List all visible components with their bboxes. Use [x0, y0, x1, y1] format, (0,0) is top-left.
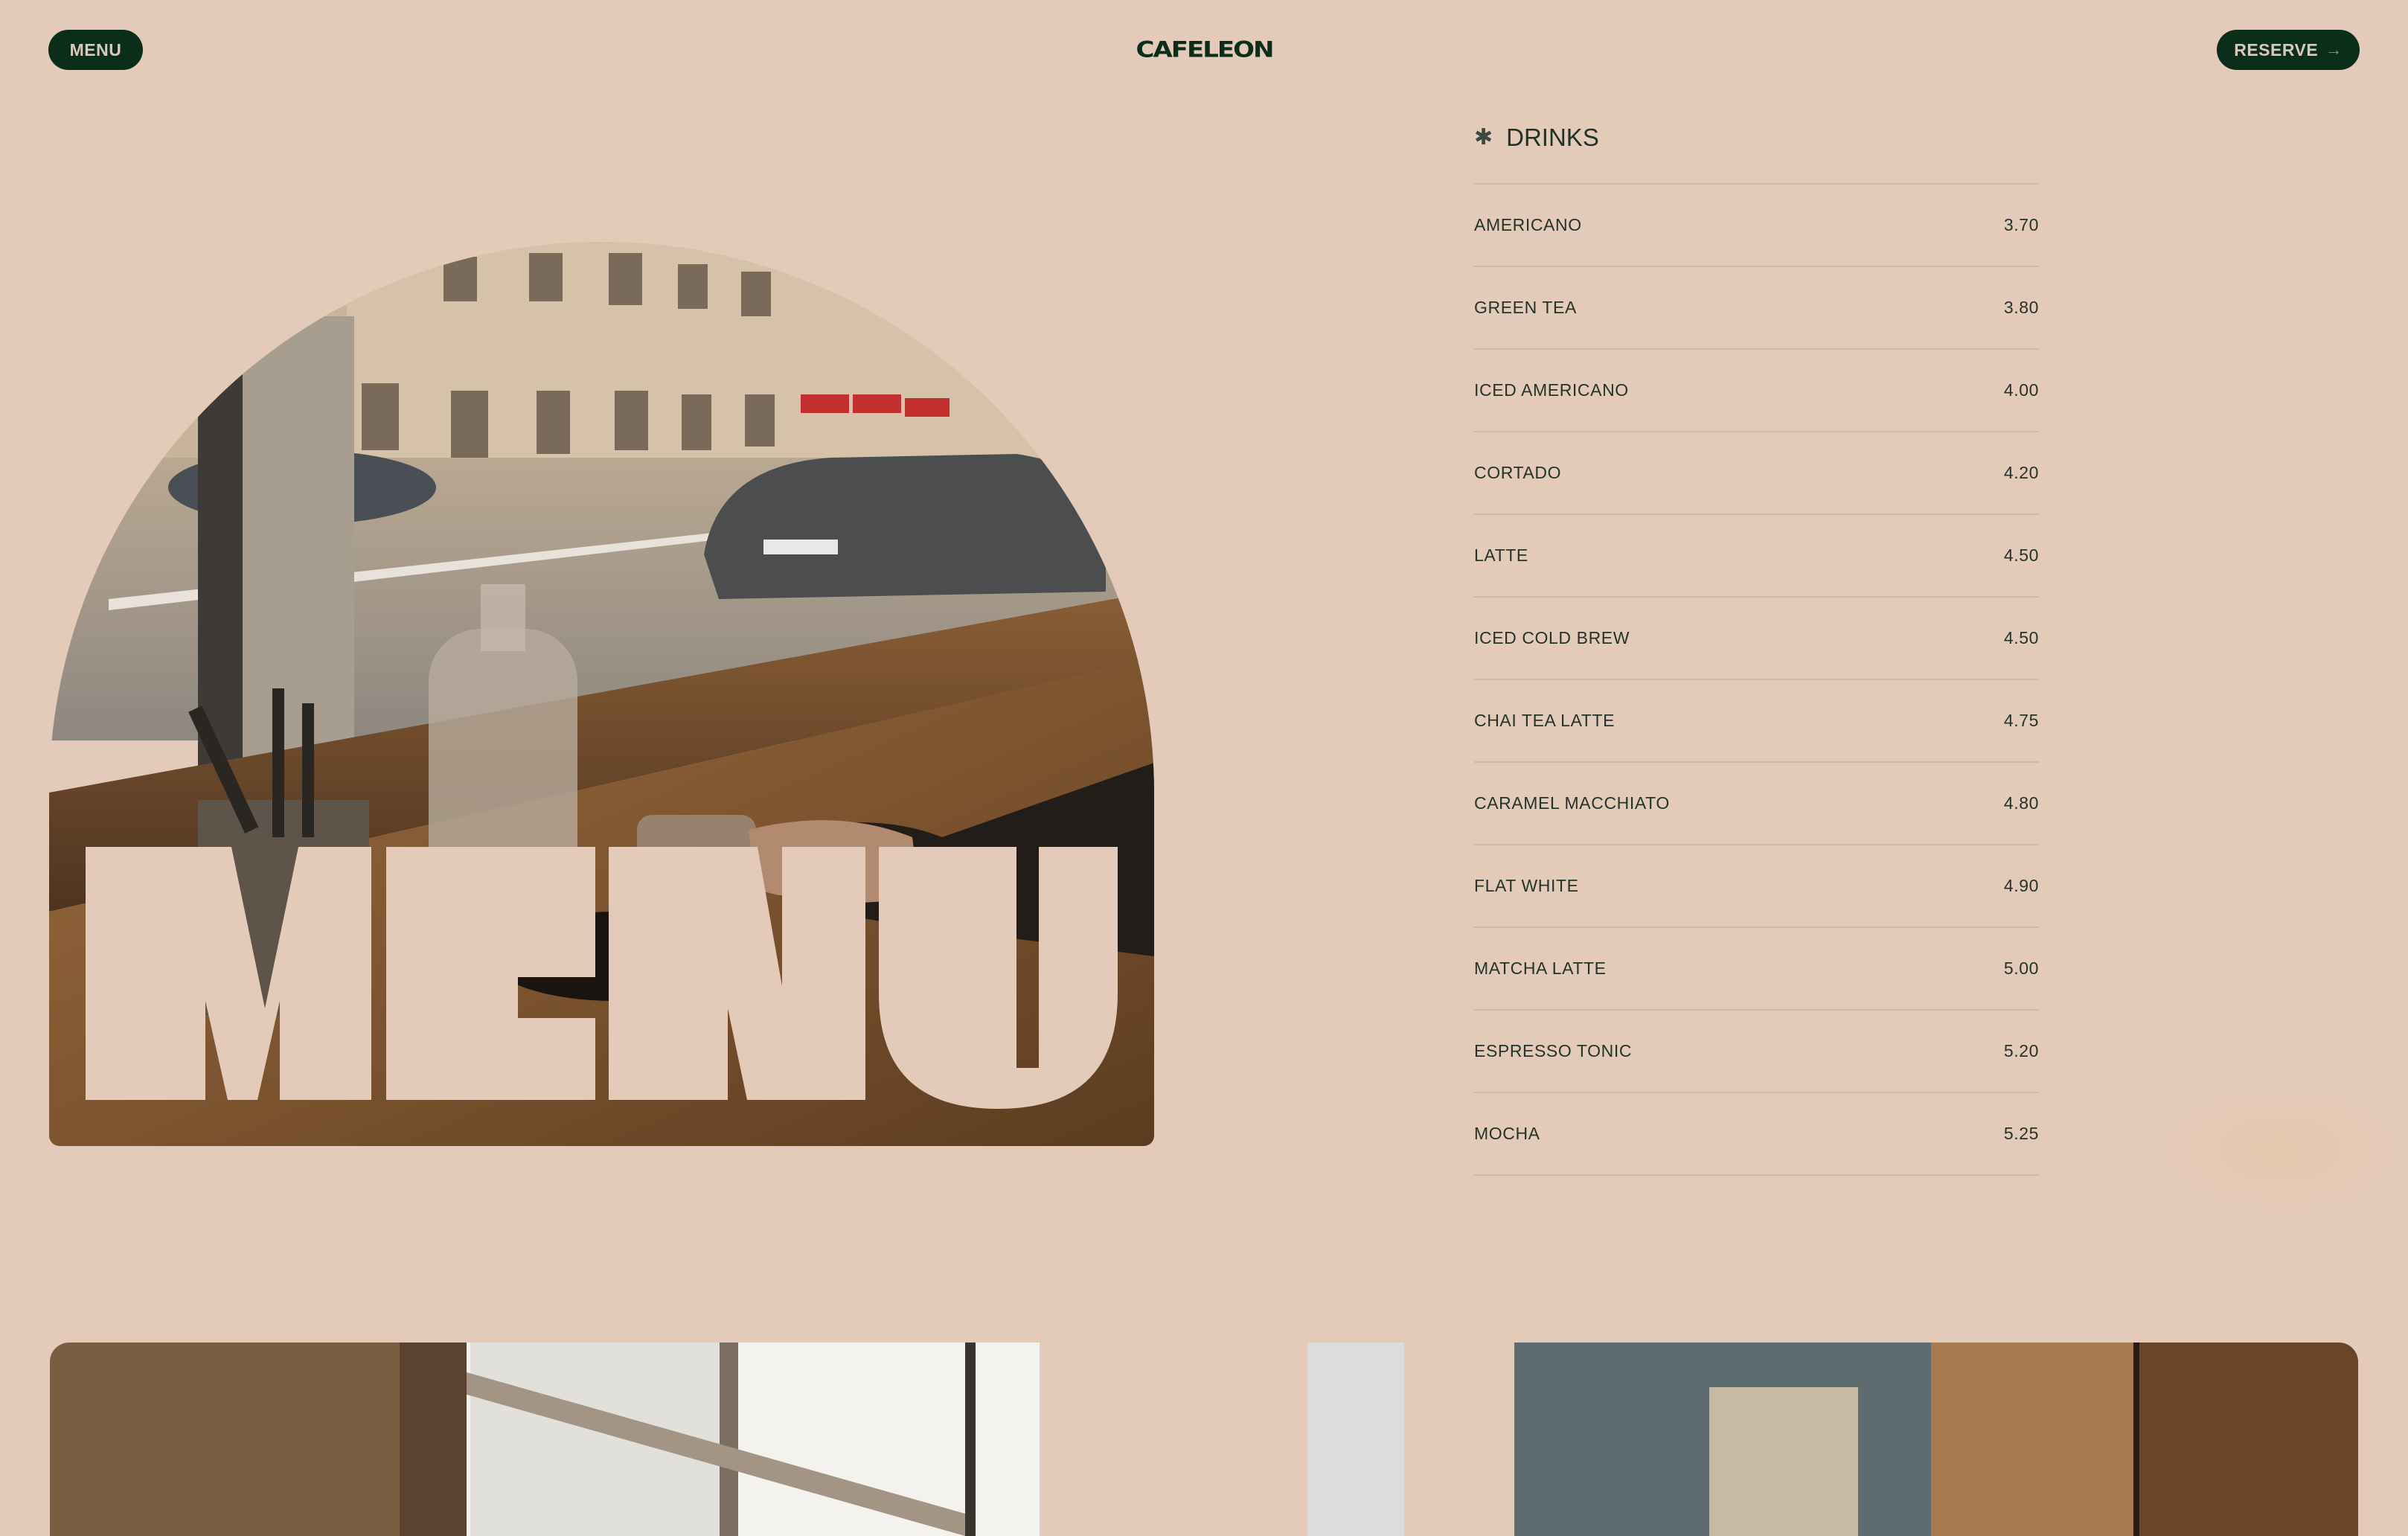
arrow-right-icon: →: [2325, 40, 2343, 59]
drinks-list: AMERICANO 3.70 GREEN TEA 3.80 ICED AMERICA…: [1474, 183, 2039, 1176]
item-name: FLAT WHITE: [1474, 876, 1579, 895]
asterisk-icon: ✱: [1474, 125, 1493, 150]
menu-item[interactable]: CORTADO 4.20: [1474, 432, 2039, 515]
menu-item[interactable]: FLAT WHITE 4.90: [1474, 845, 2039, 928]
item-name: ICED AMERICANO: [1474, 380, 1629, 400]
menu-item[interactable]: CHAI TEA LATTE 4.75: [1474, 680, 2039, 763]
item-price: 5.00: [2003, 959, 2039, 978]
item-name: GREEN TEA: [1474, 298, 1577, 317]
menu-button-label: MENU: [69, 39, 122, 60]
item-price: 4.00: [2003, 380, 2039, 400]
menu-item[interactable]: CARAMEL MACCHIATO 4.80: [1474, 763, 2039, 845]
menu-item[interactable]: AMERICANO 3.70: [1474, 185, 2039, 267]
item-price: 4.75: [2003, 711, 2039, 730]
menu-item[interactable]: LATTE 4.50: [1474, 515, 2039, 598]
reserve-button[interactable]: RESERVE →: [2217, 30, 2360, 70]
menu-item[interactable]: MOCHA 5.25: [1474, 1093, 2039, 1176]
item-price: 5.25: [2003, 1124, 2039, 1143]
item-name: ESPRESSO TONIC: [1474, 1041, 1633, 1060]
menu-item[interactable]: MATCHA LATTE 5.00: [1474, 928, 2039, 1011]
drinks-heading-label: DRINKS: [1506, 124, 1599, 151]
item-price: 4.50: [2003, 628, 2039, 647]
item-name: MOCHA: [1474, 1124, 1540, 1143]
item-name: CORTADO: [1474, 463, 1562, 482]
reserve-button-label: RESERVE: [2234, 39, 2319, 60]
menu-letter-e: [386, 847, 595, 1100]
item-price: 3.80: [2003, 298, 2039, 317]
interior-photo-strip: [50, 1343, 2358, 1536]
menu-button[interactable]: MENU: [48, 30, 143, 70]
item-name: LATTE: [1474, 545, 1528, 565]
menu-letter-u: [879, 847, 1118, 1109]
interior-photo: [50, 1343, 2358, 1536]
item-name: AMERICANO: [1474, 215, 1582, 234]
item-name: CHAI TEA LATTE: [1474, 711, 1616, 730]
decorative-glow: [2158, 1087, 2404, 1213]
menu-letter-n: [609, 847, 865, 1100]
item-price: 4.20: [2003, 463, 2039, 482]
item-price: 4.80: [2003, 793, 2039, 813]
menu-overlay-text: [86, 847, 1118, 1109]
menu-item[interactable]: GREEN TEA 3.80: [1474, 267, 2039, 350]
item-name: CARAMEL MACCHIATO: [1474, 793, 1670, 813]
item-name: ICED COLD BREW: [1474, 628, 1630, 647]
menu-item[interactable]: ICED AMERICANO 4.00: [1474, 350, 2039, 432]
item-price: 3.70: [2003, 215, 2039, 234]
hero-image: [49, 242, 1154, 1146]
item-price: 4.50: [2003, 545, 2039, 565]
item-price: 4.90: [2003, 876, 2039, 895]
drinks-heading: ✱ DRINKS: [1474, 124, 1599, 152]
item-price: 5.20: [2003, 1041, 2039, 1060]
item-name: MATCHA LATTE: [1474, 959, 1607, 978]
menu-letter-m: [86, 847, 371, 1100]
menu-item[interactable]: ICED COLD BREW 4.50: [1474, 598, 2039, 680]
logo[interactable]: CAFELEON: [1129, 37, 1280, 63]
menu-item[interactable]: ESPRESSO TONIC 5.20: [1474, 1011, 2039, 1093]
